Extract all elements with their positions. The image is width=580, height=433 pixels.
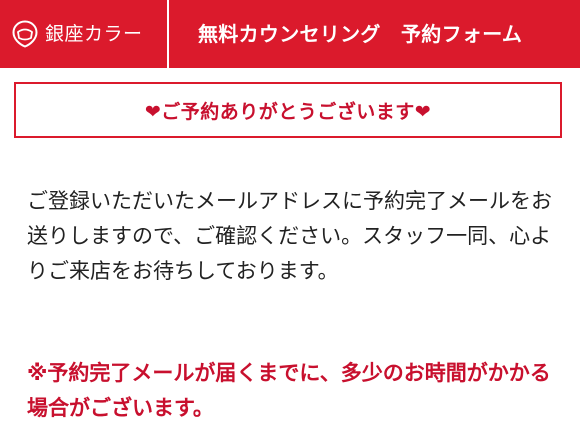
page-title: 無料カウンセリング 予約フォーム (198, 22, 523, 46)
header-divider (167, 0, 169, 68)
site-header: 銀座カラー 無料カウンセリング 予約フォーム (0, 0, 580, 68)
delay-notice: ※予約完了メールが届くまでに、多少のお時間がかかる場合がございます。 (27, 361, 551, 420)
brand-name: 銀座カラー (45, 23, 143, 45)
confirmation-message: ご登録いただいたメールアドレスに予約完了メールをお送りしますので、ご確認ください… (27, 189, 552, 283)
brand-logo[interactable]: 銀座カラー (0, 0, 168, 68)
ginza-calla-logo-icon (12, 20, 38, 48)
thanks-banner: ❤ご予約ありがとうございます❤ (14, 82, 562, 138)
thanks-message: ❤ご予約ありがとうございます❤ (144, 100, 432, 123)
